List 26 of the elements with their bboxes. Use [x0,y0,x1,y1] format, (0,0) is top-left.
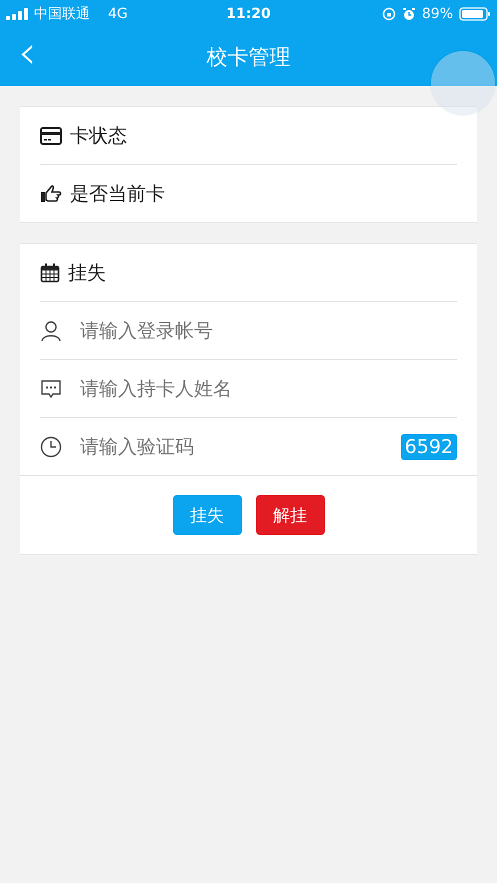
row-label: 卡状态 [70,124,127,148]
thumbs-up-icon [40,184,62,202]
carrier-name: 中国联通 [34,5,90,23]
battery-percent: 89% [422,6,453,22]
floating-button[interactable] [431,51,495,115]
signal-icon [6,8,30,20]
status-time: 11:20 [226,6,271,22]
verification-code[interactable]: 6592 [400,434,457,460]
page-title: 校卡管理 [206,44,290,71]
input-field[interactable]: 请输入登录帐号 [80,302,457,359]
clock-icon [40,436,62,458]
input-field[interactable]: 请输入验证码 [80,418,383,475]
unlock-button[interactable]: 解挂 [256,495,324,535]
card-icon [40,126,62,144]
battery-icon [459,7,491,21]
row-label: 是否当前卡 [70,182,165,206]
input-field[interactable]: 请输入持卡人姓名 [80,360,457,417]
network-type: 4G [108,6,128,22]
section-title: 挂失 [68,260,106,286]
message-icon [40,378,62,400]
calendar-icon [40,262,60,282]
back-button[interactable]: ‹ [14,29,40,75]
rotation-lock-icon [382,7,396,21]
report-loss-button[interactable]: 挂失 [172,495,242,535]
user-icon [40,320,62,342]
alarm-icon [402,7,416,21]
